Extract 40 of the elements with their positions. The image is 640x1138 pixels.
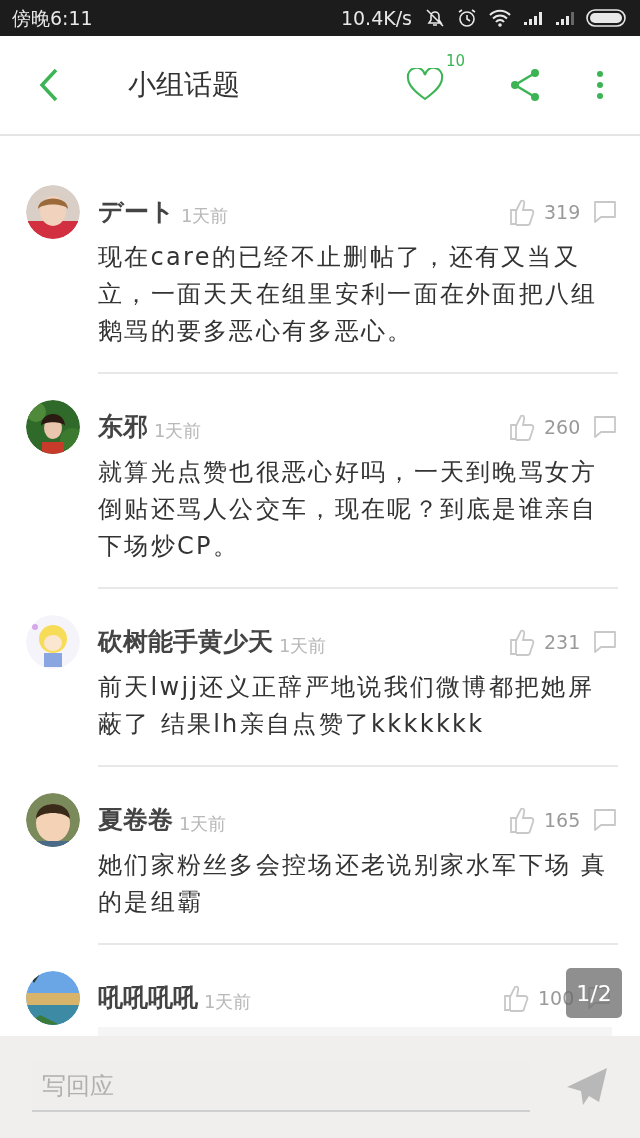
like-count: 165 — [544, 807, 582, 833]
more-icon — [596, 70, 604, 100]
like-count: 10 — [446, 51, 466, 72]
like-count: 319 — [544, 199, 582, 225]
thumbs-up-icon[interactable] — [509, 198, 535, 226]
comment-icon[interactable] — [592, 630, 618, 654]
user-name[interactable]: 砍树能手黄少天 — [98, 623, 273, 661]
status-time: 傍晚6:11 — [12, 5, 93, 31]
comment-icon[interactable] — [592, 808, 618, 832]
battery-icon — [586, 9, 628, 27]
alarm-icon — [456, 7, 478, 29]
thumbs-up-icon[interactable] — [503, 984, 529, 1012]
comment-text: 前天lwjj还义正辞严地说我们微博都把她屏蔽了 结果lh亲自点赞了kkkkkkk — [98, 672, 595, 740]
user-name[interactable]: デート — [98, 193, 175, 231]
user-name[interactable]: 东邪 — [98, 408, 148, 446]
send-icon[interactable] — [566, 1067, 608, 1107]
user-name[interactable]: 吼吼吼吼 — [98, 979, 198, 1017]
post-time: 1天前 — [279, 633, 327, 658]
heart-icon — [406, 68, 444, 102]
muted-bell-icon — [424, 7, 446, 29]
comment-text: 她们家粉丝多会控场还老说别家水军下场 真的是组霸 — [98, 850, 609, 918]
page-title: 小组话题 — [128, 67, 240, 103]
reply-bar[interactable]: 写回应 — [0, 1036, 640, 1138]
back-icon — [39, 68, 59, 102]
like-count: 231 — [544, 629, 582, 655]
thumbs-up-icon[interactable] — [509, 413, 535, 441]
comment-icon[interactable] — [592, 200, 618, 224]
thumbs-up-icon[interactable] — [509, 628, 535, 656]
post-time: 1天前 — [179, 811, 227, 836]
wifi-icon — [488, 8, 512, 28]
user-name[interactable]: 夏卷卷 — [98, 801, 173, 839]
post-time: 1天前 — [154, 418, 202, 443]
thumbs-up-icon[interactable] — [509, 806, 535, 834]
comment-icon[interactable] — [592, 415, 618, 439]
network-speed: 10.4K/s — [340, 5, 412, 31]
like-count: 260 — [544, 414, 582, 440]
post-time: 1天前 — [181, 203, 229, 228]
post-time: 1天前 — [204, 989, 252, 1014]
comment-text: 就算光点赞也很恶心好吗，一天到晚骂女方倒贴还骂人公交车，现在呢？到底是谁亲自下场炒CP。 — [98, 457, 599, 562]
comment-text: 现在care的已经不止删帖了，还有又当又立，一面天天在组里安利一面在外面把八组鹅骂的要多恶心有多恶心。 — [98, 242, 599, 347]
